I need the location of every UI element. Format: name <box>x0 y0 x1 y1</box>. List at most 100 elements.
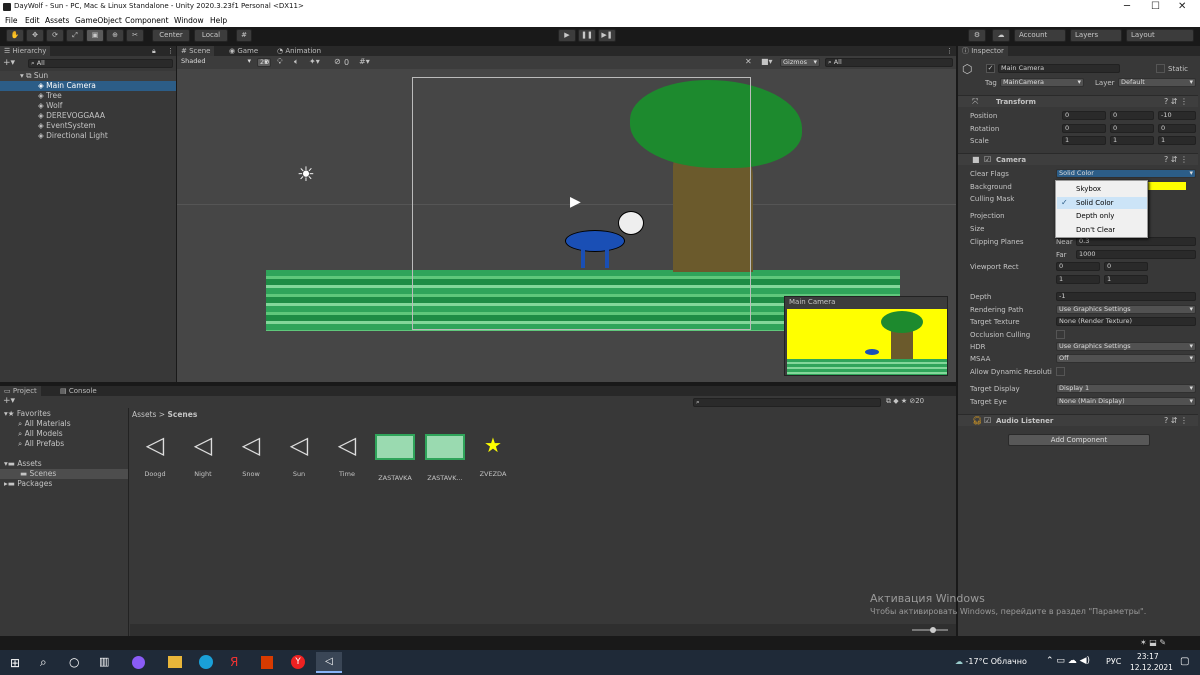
favorite-all-models[interactable]: ⌕ All Models <box>18 429 63 439</box>
menu-option-solid-color[interactable]: ✓ Solid Color <box>1057 197 1147 209</box>
sun-light-icon[interactable]: ☀ <box>297 162 315 186</box>
hand-tool-icon[interactable]: ✋ <box>6 29 24 42</box>
clock-date[interactable]: 12.12.2021 <box>1130 663 1173 672</box>
asset-item[interactable]: ◁ Snow <box>228 430 274 482</box>
dynamic-resolution-checkbox[interactable] <box>1056 367 1065 376</box>
tab-animation[interactable]: ◔ Animation <box>273 46 325 56</box>
scene-search-input[interactable]: ⌕ All <box>825 58 953 67</box>
menu-file[interactable]: File <box>5 16 18 25</box>
grid-snap-icon[interactable]: # <box>236 29 252 42</box>
camera-header[interactable]: ■ ☑ Camera ? ⇵ ⋮ <box>958 153 1198 165</box>
tray-icons[interactable]: ⌃ ▭ ☁ ◀︎) <box>1046 656 1090 666</box>
rotate-tool-icon[interactable]: ⟳ <box>46 29 64 42</box>
mode-2d-button[interactable]: 2D <box>257 58 271 67</box>
task-view-icon[interactable]: ▥ <box>99 655 109 668</box>
layout-dropdown[interactable]: Layout <box>1126 29 1194 42</box>
active-checkbox[interactable]: ✓ <box>986 64 995 73</box>
camera-frame[interactable] <box>412 77 751 330</box>
component-menu-icons[interactable]: ? ⇵ ⋮ <box>1164 155 1188 164</box>
alice-icon[interactable] <box>132 656 145 669</box>
tab-game[interactable]: ◉ Game <box>225 46 262 56</box>
menu-component[interactable]: Component <box>125 16 169 25</box>
pause-button[interactable]: ❚❚ <box>578 29 596 42</box>
effects-icon[interactable]: ✦▾ <box>309 57 320 66</box>
breadcrumb-scenes[interactable]: Scenes <box>167 410 197 419</box>
far-input[interactable]: 1000 <box>1076 250 1196 259</box>
step-button[interactable]: ▶❚ <box>598 29 616 42</box>
menu-assets[interactable]: Assets <box>45 16 69 25</box>
breadcrumb-assets[interactable]: Assets <box>132 410 156 419</box>
create-button[interactable]: +▾ <box>3 58 15 68</box>
scale-x[interactable]: 1 <box>1062 136 1106 145</box>
more-menu-icon[interactable]: ⋮ <box>167 47 174 55</box>
edge-icon[interactable] <box>199 655 213 669</box>
scale-tool-icon[interactable]: ⤢ <box>66 29 84 42</box>
create-button[interactable]: +▾ <box>3 396 15 406</box>
hierarchy-item-wolf[interactable]: ◈ Wolf <box>0 101 176 111</box>
tab-project[interactable]: ▭ Project <box>0 386 41 396</box>
viewport-y[interactable]: 0 <box>1104 262 1148 271</box>
asset-item[interactable]: ◁ Doogd <box>132 430 178 482</box>
account-dropdown[interactable]: Account <box>1014 29 1066 42</box>
rect-tool-icon[interactable]: ▣ <box>86 29 104 42</box>
collab-icon[interactable]: ⚙ <box>968 29 986 42</box>
project-search-input[interactable]: ⌕ <box>693 398 881 407</box>
viewport-x[interactable]: 0 <box>1056 262 1100 271</box>
menu-option-depth-only[interactable]: Depth only <box>1076 212 1114 220</box>
position-x[interactable]: 0 <box>1062 111 1106 120</box>
target-eye-dropdown[interactable]: None (Main Display) <box>1056 397 1196 406</box>
gizmos-dropdown[interactable]: Gizmos <box>780 58 820 67</box>
favorite-all-prefabs[interactable]: ⌕ All Prefabs <box>18 439 64 449</box>
favorites-item[interactable]: ▾★ Favorites <box>4 409 51 418</box>
transform-header[interactable]: ⤧ Transform ? ⇵ ⋮ <box>958 95 1198 107</box>
cortana-icon[interactable]: ○ <box>69 655 79 669</box>
rotation-x[interactable]: 0 <box>1062 124 1106 133</box>
target-display-dropdown[interactable]: Display 1 <box>1056 384 1196 393</box>
tab-console[interactable]: ▤ Console <box>56 386 101 396</box>
shading-mode-dropdown[interactable]: Shaded <box>179 58 253 67</box>
menu-gameobject[interactable]: GameObject <box>75 16 122 25</box>
target-texture-field[interactable]: None (Render Texture) <box>1056 317 1196 326</box>
hierarchy-item-main-camera[interactable]: ◈ Main Camera <box>0 81 176 91</box>
custom-tool-icon[interactable]: ✂ <box>126 29 144 42</box>
tools-icon[interactable]: ✕ <box>745 57 752 66</box>
gameobject-name-input[interactable]: Main Camera <box>998 64 1120 73</box>
occlusion-checkbox[interactable] <box>1056 330 1065 339</box>
rendering-path-dropdown[interactable]: Use Graphics Settings <box>1056 305 1196 314</box>
hierarchy-item-tree[interactable]: ◈ Tree <box>0 91 176 101</box>
audio-enabled-checkbox[interactable]: ☑ <box>984 416 991 425</box>
packages-folder[interactable]: ▸▬ Packages <box>4 479 52 488</box>
menu-help[interactable]: Help <box>210 16 227 25</box>
minimize-button[interactable]: ─ <box>1124 1 1130 12</box>
asset-item[interactable]: ◁ Sun <box>276 430 322 482</box>
lighting-icon[interactable]: 💡︎ <box>277 57 283 67</box>
play-button[interactable]: ▶ <box>558 29 576 42</box>
msaa-dropdown[interactable]: Off <box>1056 354 1196 363</box>
pivot-center-button[interactable]: Center <box>152 29 190 42</box>
clear-flags-dropdown[interactable]: Solid Color <box>1056 169 1196 178</box>
scene-root-item[interactable]: ▾ ⧉ Sun <box>0 71 176 81</box>
asset-item[interactable]: ◁ Night <box>180 430 226 482</box>
zoom-slider[interactable] <box>912 627 948 633</box>
tag-dropdown[interactable]: MainCamera <box>1000 78 1084 87</box>
camera-gizmo-icon[interactable]: ▶︎ <box>570 194 581 210</box>
tab-scene[interactable]: # Scene <box>177 46 215 56</box>
grid-toggle-icon[interactable]: #▾ <box>359 57 370 66</box>
hdr-dropdown[interactable]: Use Graphics Settings <box>1056 342 1196 351</box>
rotation-z[interactable]: 0 <box>1158 124 1196 133</box>
depth-input[interactable]: -1 <box>1056 292 1196 301</box>
hierarchy-item-derevo[interactable]: ◈ DEREVOGGAAA <box>0 111 176 121</box>
hierarchy-item-eventsystem[interactable]: ◈ EventSystem <box>0 121 176 131</box>
close-button[interactable]: ✕ <box>1178 1 1186 12</box>
assets-folder[interactable]: ▾▬ Assets <box>4 459 42 468</box>
hierarchy-search-input[interactable]: ⌕ All <box>28 59 173 68</box>
layers-dropdown[interactable]: Layers <box>1070 29 1122 42</box>
menu-window[interactable]: Window <box>174 16 204 25</box>
camera-icon[interactable]: ■▾ <box>761 57 773 66</box>
scale-y[interactable]: 1 <box>1110 136 1154 145</box>
clock-time[interactable]: 23:17 <box>1137 652 1159 661</box>
transform-tool-icon[interactable]: ⊕ <box>106 29 124 42</box>
language-indicator[interactable]: РУС <box>1106 657 1121 666</box>
maximize-button[interactable]: ☐ <box>1151 1 1160 12</box>
yandex-browser-icon[interactable]: Я <box>230 655 238 669</box>
